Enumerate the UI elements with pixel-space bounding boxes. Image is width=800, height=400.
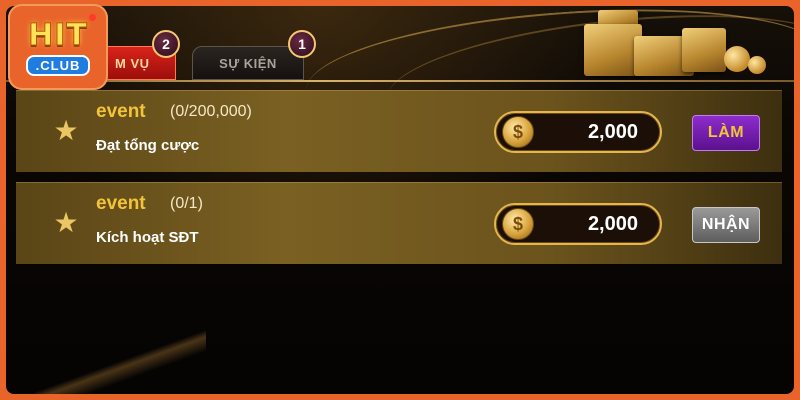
event-row: ★ event (0/200,000) Đạt tổng cược $ 2,00… bbox=[16, 90, 782, 172]
tab-events[interactable]: SỰ KIỆN bbox=[192, 46, 304, 80]
tab-label: M VỤ bbox=[115, 55, 150, 71]
event-title: event bbox=[96, 193, 146, 214]
tab-label: SỰ KIỆN bbox=[219, 55, 277, 71]
star-icon: ★ bbox=[53, 115, 79, 146]
claim-reward-button[interactable]: NHẬN bbox=[692, 207, 760, 243]
event-panel: M VỤ SỰ KIỆN 2 1 ★ event (0/200,000) Đạt… bbox=[6, 6, 794, 394]
event-description: Kích hoạt SĐT bbox=[96, 229, 199, 246]
event-progress: (0/1) bbox=[170, 195, 203, 212]
event-progress: (0/200,000) bbox=[170, 103, 252, 120]
gift-boxes-decoration bbox=[574, 6, 794, 86]
do-task-button[interactable]: LÀM bbox=[692, 115, 760, 151]
reward-pill: $ 2,000 bbox=[494, 111, 662, 153]
gold-coin-icon bbox=[748, 56, 766, 74]
reward-amount: 2,000 bbox=[587, 121, 638, 143]
event-title: event bbox=[96, 101, 146, 122]
reward-pill: $ 2,000 bbox=[494, 203, 662, 245]
coin-icon: $ bbox=[502, 208, 534, 240]
gift-box bbox=[682, 28, 726, 72]
coin-icon: $ bbox=[502, 116, 534, 148]
logo-suffix-text: .CLUB bbox=[25, 55, 91, 76]
logo-dot-decoration bbox=[89, 14, 96, 21]
gold-coin-icon bbox=[724, 46, 750, 72]
tab-missions-badge: 2 bbox=[152, 30, 180, 58]
hitclub-logo: HIT .CLUB bbox=[8, 4, 108, 90]
event-row: ★ event (0/1) Kích hoạt SĐT $ 2,000 NHẬN bbox=[16, 182, 782, 264]
event-description: Đạt tổng cược bbox=[96, 137, 200, 154]
reward-amount: 2,000 bbox=[587, 213, 638, 235]
logo-brand-text: HIT bbox=[28, 18, 88, 54]
divider bbox=[6, 80, 794, 82]
tab-events-badge: 1 bbox=[288, 30, 316, 58]
star-icon: ★ bbox=[53, 207, 79, 238]
corner-decoration bbox=[6, 324, 206, 394]
